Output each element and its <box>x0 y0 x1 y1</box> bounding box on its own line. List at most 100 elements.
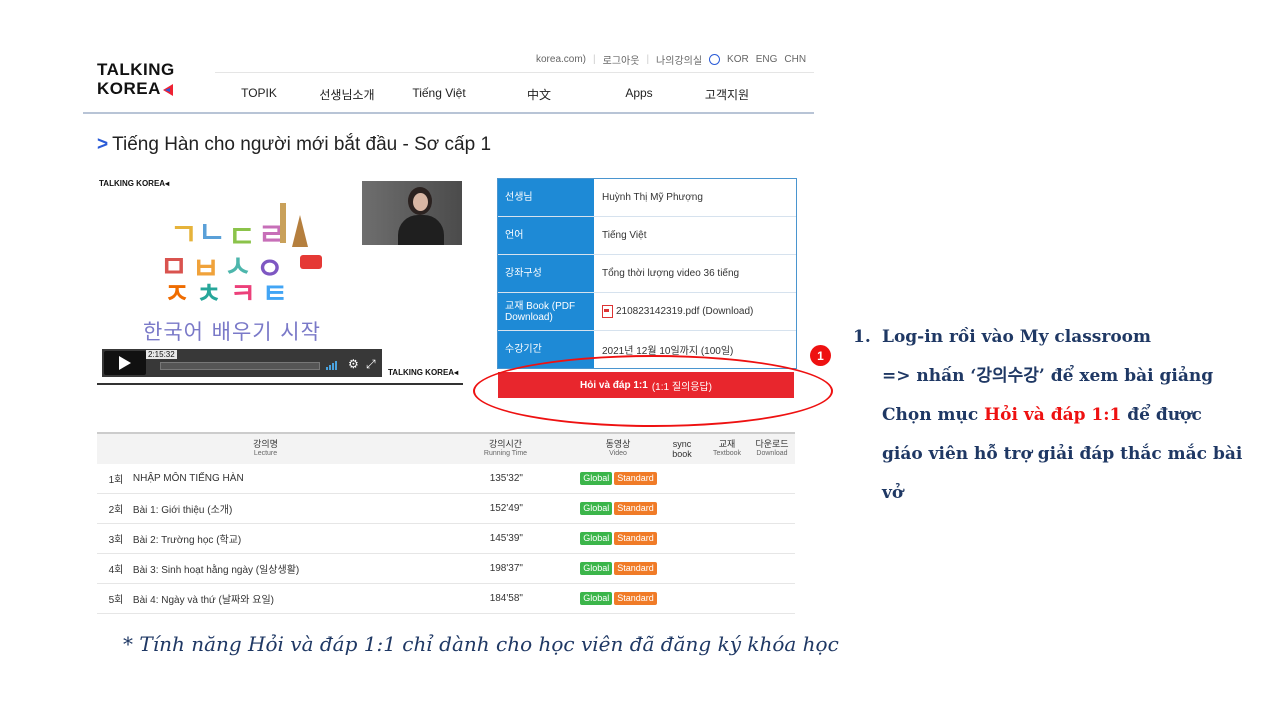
pdf-icon <box>602 305 613 318</box>
nav-divider <box>215 72 814 73</box>
my-classroom-link[interactable]: 나의강의실 <box>656 52 702 67</box>
global-button[interactable]: Global <box>580 472 613 485</box>
info-row-language: 언어 Tiếng Việt <box>498 217 796 255</box>
instruction-highlight: Hỏi và đáp 1:1 <box>984 405 1122 425</box>
lecture-title: Bài 1: Giới thiệu (소개) <box>132 505 233 516</box>
info-row-structure: 강좌구성 Tổng thời lượng video 36 tiếng <box>498 255 796 293</box>
teacher-webcam <box>362 181 462 245</box>
instruction-line4: giáo viên hỗ trợ giải đáp thắc mắc bài <box>882 444 1243 464</box>
svg-text:ㅌ: ㅌ <box>262 277 288 305</box>
timecode: 2:15:32 <box>146 350 177 359</box>
svg-text:ㄴ: ㄴ <box>198 216 226 251</box>
standard-button[interactable]: Standard <box>614 592 657 605</box>
footnote: * Tính năng Hỏi và đáp 1:1 chỉ dành cho … <box>123 632 839 656</box>
korean-letters-artwork: ㄱ ㄴ ㄷ ㄹ ㅁ ㅂ ㅅ ㅇ ㅈ ㅊ ㅋ ㅌ <box>160 203 322 305</box>
instruction-line1: Log-in rồi vào My classroom <box>882 327 1151 347</box>
col-video: 동영상 Video <box>605 439 631 457</box>
logo-line1: TALKING <box>97 60 175 79</box>
video-buttons: Global Standard <box>578 472 660 485</box>
info-key: 선생님 <box>498 179 594 216</box>
play-button[interactable] <box>104 351 146 375</box>
standard-button[interactable]: Standard <box>614 562 657 575</box>
book-download-link[interactable]: 210823142319.pdf (Download) <box>616 306 753 317</box>
info-value: Tiếng Việt <box>602 230 647 241</box>
svg-text:ㄱ: ㄱ <box>170 218 198 253</box>
lecture-number: 2회 <box>108 505 124 516</box>
video-buttons: Global Standard <box>578 592 660 605</box>
instructions: 1. Log-in rồi vào My classroom => nhấn ‘… <box>853 318 1263 513</box>
lecture-number: 4회 <box>108 565 124 576</box>
video-buttons: Global Standard <box>578 562 660 575</box>
lang-eng-link[interactable]: ENG <box>756 54 778 65</box>
annotation-badge: 1 <box>810 345 831 366</box>
col-lecture: 강의명 Lecture <box>253 439 278 457</box>
info-value-book[interactable]: 210823142319.pdf (Download) <box>594 293 796 330</box>
instruction-line5: vở <box>882 483 904 503</box>
logo-arrow-icon <box>162 83 173 96</box>
table-row: 1회 NHẬP MÔN TIẾNG HÀN 135'32" Global Stan… <box>97 464 795 494</box>
global-button[interactable]: Global <box>580 532 613 545</box>
separator: | <box>593 54 596 65</box>
lang-chn-link[interactable]: CHN <box>784 54 806 65</box>
global-button[interactable]: Global <box>580 592 613 605</box>
col-running-time: 강의시간 Running Time <box>483 439 528 457</box>
logo-line2: KOREA <box>97 79 161 98</box>
lecture-time: 135'32" <box>489 473 523 484</box>
nav-support[interactable]: 고객지원 <box>687 86 767 103</box>
lang-kor-link[interactable]: KOR <box>727 54 749 65</box>
main-nav: TOPIK 선생님소개 Tiếng Việt 中文 Apps 고객지원 <box>215 86 814 103</box>
col-sync-book: sync book <box>672 439 692 459</box>
lecture-time: 184'58" <box>489 593 523 604</box>
lecture-title: Bài 4: Ngày và thứ (날짜와 요일) <box>132 595 274 606</box>
instruction-line2: => nhấn ‘강의수강’ để xem bài giảng <box>882 366 1214 386</box>
video-buttons: Global Standard <box>578 502 660 515</box>
play-icon <box>119 356 131 370</box>
svg-text:ㅊ: ㅊ <box>196 277 222 305</box>
separator: | <box>646 54 650 65</box>
info-row-book: 교재 Book (PDF Download) 210823142319.pdf … <box>498 293 796 331</box>
global-button[interactable]: Global <box>580 562 613 575</box>
highlight-circle <box>473 355 833 427</box>
svg-text:ㅋ: ㅋ <box>230 277 256 305</box>
top-links: korea.com) | 로그아웃 | 나의강의실 KOR ENG CHN <box>536 52 806 67</box>
lecture-number: 1회 <box>108 475 124 486</box>
video-brand-top: TALKING KOREA◂ <box>99 179 170 188</box>
course-title: > Tiếng Hàn cho người mới bắt đầu - Sơ cấ… <box>97 134 491 156</box>
table-row: 4회 Bài 3: Sinh hoạt hằng ngày (일상생활) 198… <box>97 554 795 584</box>
info-value: Huỳnh Thị Mỹ Phượng <box>602 192 703 203</box>
info-row-teacher: 선생님 Huỳnh Thị Mỹ Phượng <box>498 179 796 217</box>
lecture-time: 198'37" <box>489 563 523 574</box>
progress-bar[interactable] <box>160 362 320 370</box>
col-download: 다운로드 Download <box>755 439 789 457</box>
video-buttons: Global Standard <box>578 532 660 545</box>
video-caption: 한국어 배우기 시작 <box>143 320 321 344</box>
header-underline <box>83 112 814 114</box>
table-row: 3회 Bài 2: Trường học (학교) 145'39" Global… <box>97 524 795 554</box>
lecture-time: 152'49" <box>489 503 523 514</box>
nav-vietnamese[interactable]: Tiếng Việt <box>391 86 487 103</box>
global-button[interactable]: Global <box>580 502 613 515</box>
standard-button[interactable]: Standard <box>614 502 657 515</box>
lecture-time: 145'39" <box>489 533 523 544</box>
lecture-number: 5회 <box>108 595 124 606</box>
fullscreen-icon[interactable]: ⤢ <box>366 357 376 372</box>
video-brand-bottom: TALKING KOREA◂ <box>388 368 459 377</box>
lecture-table: 강의명 Lecture 강의시간 Running Time 동영상 Video syn… <box>97 432 795 614</box>
settings-icon[interactable]: ⚙ <box>348 357 359 371</box>
info-key: 강좌구성 <box>498 255 594 292</box>
nav-teachers[interactable]: 선생님소개 <box>303 86 391 103</box>
nav-apps[interactable]: Apps <box>591 86 687 103</box>
nav-topik[interactable]: TOPIK <box>215 86 303 103</box>
step-number: 1. <box>853 327 871 347</box>
talking-korea-logo[interactable]: TALKING KOREA <box>97 60 175 98</box>
info-key: 교재 Book (PDF Download) <box>498 293 594 330</box>
standard-button[interactable]: Standard <box>614 532 657 545</box>
account-link[interactable]: korea.com) <box>536 54 586 65</box>
logout-link[interactable]: 로그아웃 <box>603 52 640 67</box>
table-row: 5회 Bài 4: Ngày và thứ (날짜와 요일) 184'58" G… <box>97 584 795 614</box>
lecture-title: Bài 2: Trường học (학교) <box>132 535 242 546</box>
nav-chinese[interactable]: 中文 <box>487 86 591 103</box>
volume-icon[interactable] <box>326 361 342 370</box>
standard-button[interactable]: Standard <box>614 472 657 485</box>
info-value: Tổng thời lượng video 36 tiếng <box>602 268 740 279</box>
